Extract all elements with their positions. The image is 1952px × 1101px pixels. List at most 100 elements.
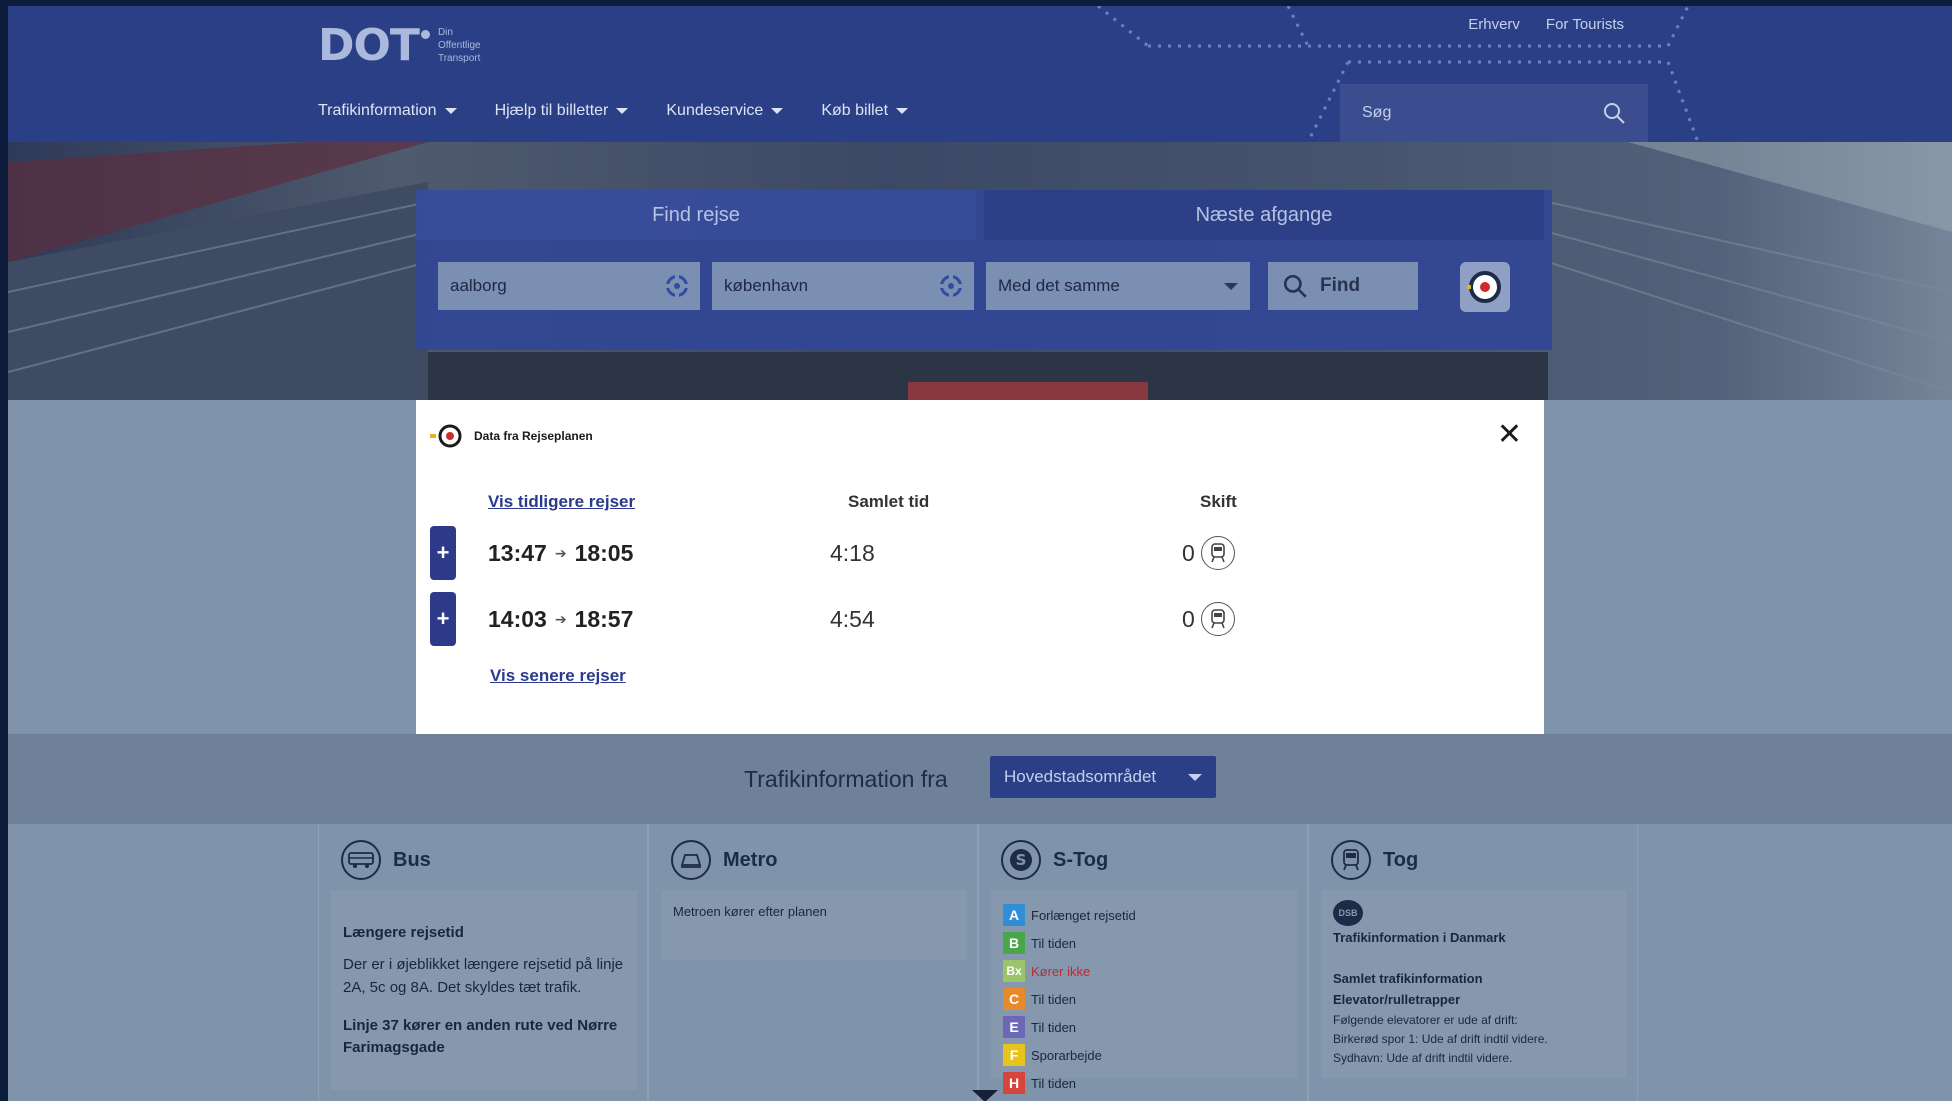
from-field[interactable]: aalborg [438,262,700,310]
dsb-logo-icon: DSB [1333,900,1363,926]
metro-icon [671,840,711,880]
card-title[interactable]: Tog [1331,840,1418,880]
search-input[interactable] [1362,104,1562,122]
col-changes: Skift [1200,492,1237,511]
expand-button[interactable]: + [430,592,456,646]
nav-koeb-billet[interactable]: Køb billet [821,102,909,120]
line-badge: A [1003,904,1025,926]
scroll-down-icon[interactable] [972,1090,998,1101]
bus-info: Længere rejsetid Der er i øjeblikket læn… [331,890,637,1090]
earlier-journeys-link[interactable]: Vis tidligere rejser [488,492,635,511]
rejseplanen-logo-icon [1467,271,1501,303]
line-badge: H [1003,1072,1025,1094]
rejseplanen-icon[interactable] [1460,262,1510,312]
col-total-time: Samlet tid [848,492,930,511]
nav-hjaelp-til-billetter[interactable]: Hjælp til billetter [495,102,629,120]
tog-subheading-2: Elevator/rulletrapper [1333,992,1461,1007]
find-label: Find [1320,275,1361,296]
site-search [1340,84,1648,142]
line-badge: Bx [1003,960,1025,982]
s-tog-line[interactable]: H Til tiden [1003,1072,1285,1094]
depart-time: 13:47 [488,540,547,566]
chevron-down-icon [771,108,784,114]
train-icon [1200,602,1235,636]
search-icon[interactable] [1602,101,1626,125]
from-value: aalborg [450,276,507,295]
chevron-down-icon [616,108,629,114]
chevron-down-icon [444,108,457,114]
card-title[interactable]: Bus [341,840,431,880]
tog-text: Følgende elevatorer er ude af drift: Bir… [1333,1013,1548,1065]
s-tog-line[interactable]: B Til tiden [1003,932,1285,954]
train-icon [1331,840,1371,880]
journey-planner: Find rejse Næste afgange aalborg københa… [416,190,1552,350]
earlier-link-wrap: Vis tidligere rejser [488,492,635,512]
changes: 0 [1182,602,1235,636]
card-title[interactable]: Metro [671,840,777,880]
logo-wordmark: DOT [318,20,420,71]
link-erhverv[interactable]: Erhverv [1468,16,1520,33]
region-select[interactable]: Hovedstadsområdet [990,756,1216,798]
main-nav: Trafikinformation Hjælp til billetter Ku… [318,102,909,120]
tab-find-rejse[interactable]: Find rejse [416,190,976,240]
find-button[interactable]: Find [1268,262,1418,310]
depart-time: 14:03 [488,606,547,632]
s-tog-icon: S [1001,840,1041,880]
card-bus: Bus Længere rejsetid Der er i øjeblikket… [318,824,648,1101]
s-tog-line[interactable]: C Til tiden [1003,988,1285,1010]
chevron-down-icon [1224,282,1238,290]
changes-count: 0 [1182,605,1195,632]
expand-button[interactable]: + [430,526,456,580]
line-badge: F [1003,1044,1025,1066]
train-icon [1200,536,1235,570]
traffic-info-bar [8,734,1952,824]
to-field[interactable]: københavn [712,262,974,310]
results-source: Data fra Rejseplanen [430,424,593,448]
link-for-tourists[interactable]: For Tourists [1546,16,1624,33]
changes: 0 [1182,536,1235,570]
chevron-down-icon [896,108,909,114]
line-badge: B [1003,932,1025,954]
bus-heading: Længere rejsetid [343,924,464,941]
site-header: DOT Din Offentlige Transport Erhverv For… [8,6,1952,142]
to-value: københavn [724,276,809,295]
s-tog-line[interactable]: Bx Kører ikke [1003,960,1285,982]
s-tog-line[interactable]: F Sporarbejde [1003,1044,1285,1066]
later-journeys-link[interactable]: Vis senere rejser [490,666,626,685]
bus-heading-2: Linje 37 kører en anden rute ved Nørre F… [343,1017,618,1056]
nav-trafikinformation[interactable]: Trafikinformation [318,102,457,120]
source-label: Data fra Rejseplanen [474,429,593,443]
close-icon[interactable]: ✕ [1497,420,1522,450]
top-links: Erhverv For Tourists [1468,16,1624,33]
s-tog-line[interactable]: A Forlænget rejsetid [1003,904,1285,926]
search-icon [1283,274,1307,298]
journey-row[interactable]: + 13:47 ➔ 18:05 4:18 0 [430,526,1530,580]
traffic-cards: Bus Længere rejsetid Der er i øjeblikket… [318,824,1648,1101]
metro-info: Metroen kører efter planen [661,890,967,960]
duration: 4:18 [830,540,875,566]
rejseplanen-logo-icon [430,424,462,448]
locate-icon[interactable] [665,274,689,298]
locate-icon[interactable] [939,274,963,298]
svg-text:S: S [1016,851,1027,869]
chevron-down-icon [1188,773,1202,781]
dot-logo[interactable]: DOT Din Offentlige Transport [318,20,481,71]
card-title[interactable]: S S-Tog [1001,840,1108,880]
duration: 4:54 [830,606,875,632]
arrive-time: 18:57 [574,606,634,632]
tab-naeste-afgange[interactable]: Næste afgange [984,190,1544,240]
nav-kundeservice[interactable]: Kundeservice [666,102,784,120]
s-tog-line[interactable]: E Til tiden [1003,1016,1285,1038]
metro-text: Metroen kører efter planen [673,904,827,919]
card-tog: Tog DSB Trafikinformation i Danmark Saml… [1308,824,1638,1101]
region-value: Hovedstadsområdet [1004,767,1157,786]
departure-value: Med det samme [998,276,1120,295]
departure-select[interactable]: Med det samme [986,262,1250,310]
tog-subheading: Samlet trafikinformation [1333,971,1483,986]
journey-row[interactable]: + 14:03 ➔ 18:57 4:54 0 [430,592,1530,646]
results-panel: Data fra Rejseplanen ✕ Vis tidligere rej… [416,400,1544,734]
s-tog-lines: A Forlænget rejsetid B Til tiden Bx Kører i… [991,890,1297,1094]
later-link-wrap: Vis senere rejser [490,666,626,686]
hero-image: Find rejse Næste afgange aalborg københa… [8,142,1952,400]
tog-heading: Trafikinformation i Danmark [1333,930,1506,945]
